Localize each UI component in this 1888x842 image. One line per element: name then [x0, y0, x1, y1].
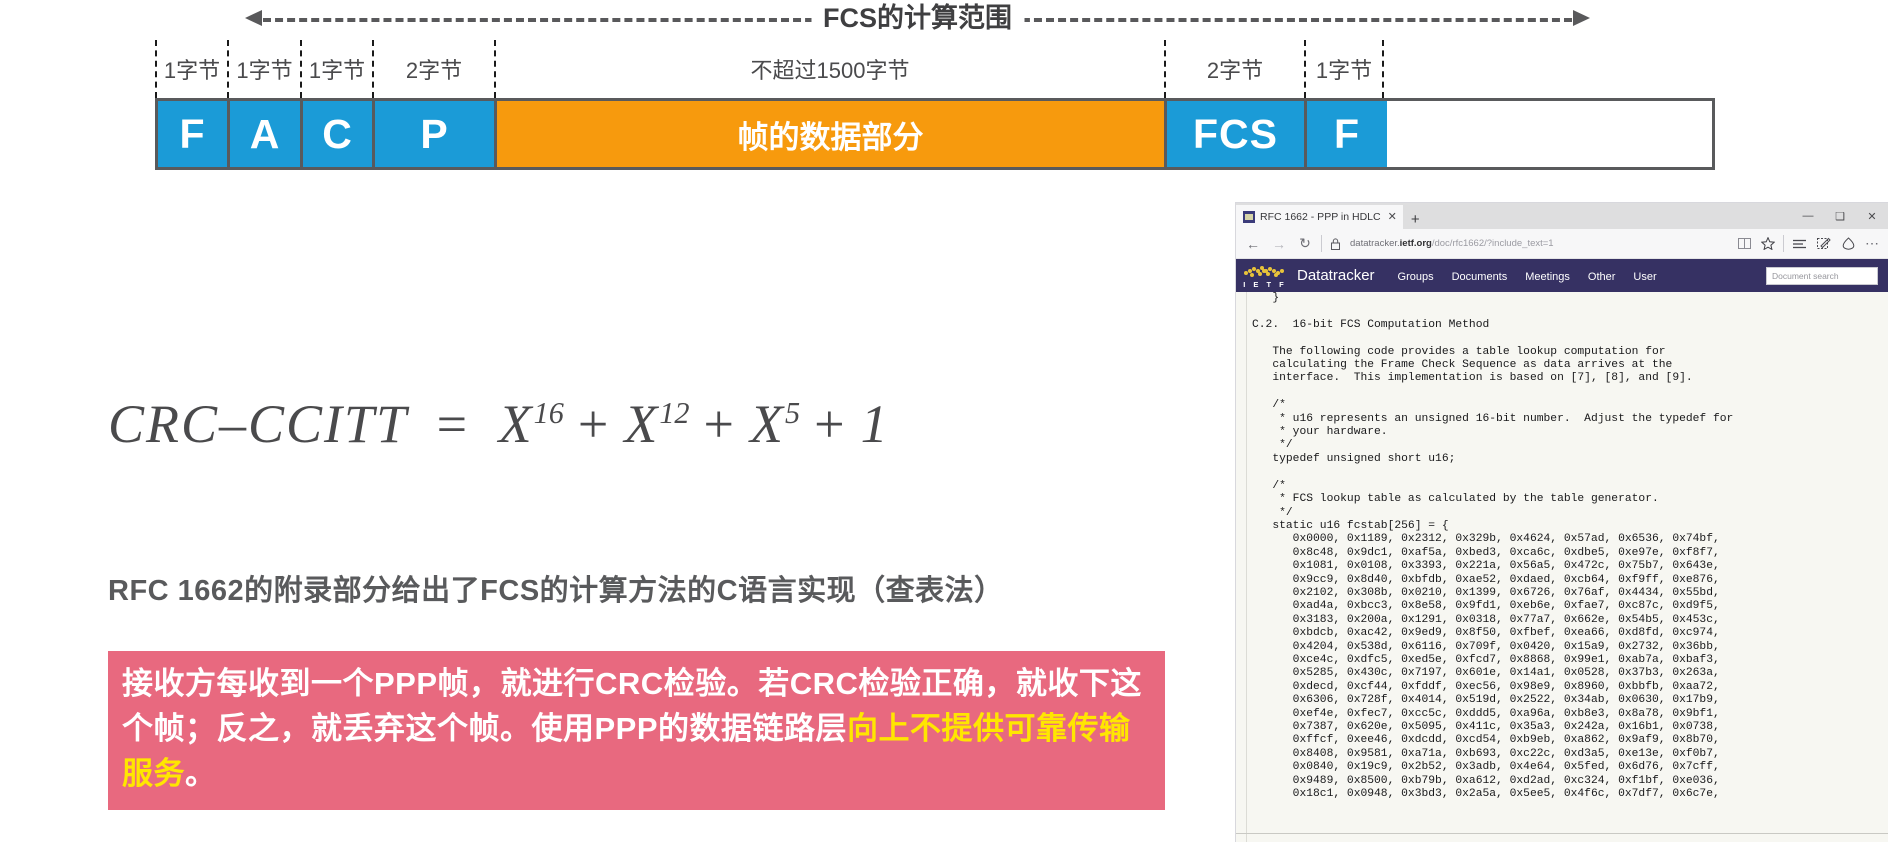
formula-exponent-2: 12 — [659, 396, 690, 430]
nav-item-other[interactable]: Other — [1579, 271, 1625, 283]
reading-view-icon[interactable] — [1732, 232, 1756, 256]
share-icon[interactable] — [1836, 232, 1860, 256]
document-search-input[interactable]: Document search — [1766, 266, 1878, 285]
formula-exponent-3: 5 — [785, 396, 801, 430]
frame-field-帧的数据部分: 帧的数据部分 — [497, 101, 1167, 167]
ietf-logo-dots — [1244, 265, 1286, 277]
formula-equals: = — [436, 394, 470, 454]
ietf-logo-letters: I E T F — [1243, 279, 1287, 289]
navbar-divider — [1321, 235, 1322, 252]
edge-browser-window: RFC 1662 - PPP in HDLC ✕ + ― ❑ ✕ ← → ↻ d… — [1236, 203, 1888, 842]
browser-navbar: ← → ↻ datatracker.ietf.org/doc/rfc1662/?… — [1236, 229, 1888, 259]
close-window-button[interactable]: ✕ — [1856, 203, 1888, 229]
crc-check-callout: 接收方每收到一个PPP帧，就进行CRC检验。若CRC检验正确，就收下这个帧；反之… — [108, 651, 1165, 810]
url-path: /doc/rfc1662/?include_text=1 — [1431, 238, 1554, 249]
formula-plus-1: + — [577, 394, 611, 454]
arrow-head-left-icon — [245, 10, 262, 26]
frame-field-A: A — [230, 101, 303, 167]
frame-field-C: C — [303, 101, 375, 167]
logo-dot-13 — [1274, 272, 1278, 277]
formula-term-1: X16 — [498, 394, 564, 454]
byte-size-label-4: 2字节 — [372, 40, 494, 98]
logo-dot-14 — [1280, 268, 1284, 273]
formula-term-2: X12 — [624, 394, 690, 454]
favorites-star-icon[interactable] — [1756, 232, 1780, 256]
close-icon[interactable]: ✕ — [1386, 211, 1397, 223]
fcs-scope-arrow: FCS的计算范围 — [245, 0, 1590, 38]
frame-field-P: P — [375, 101, 497, 167]
formula-term-3: X5 — [750, 394, 801, 454]
logo-dot-12 — [1266, 271, 1270, 276]
navbar-right-icons: ⋯ — [1732, 232, 1884, 256]
frame-field-F: F — [158, 101, 230, 167]
fcs-scope-label: FCS的计算范围 — [811, 0, 1024, 36]
maximize-button[interactable]: ❑ — [1824, 203, 1856, 229]
nav-item-datatracker[interactable]: Datatracker — [1297, 267, 1389, 284]
byte-size-label-6: 2字节 — [1164, 40, 1304, 98]
lock-icon — [1326, 237, 1344, 250]
document-bottom-rule — [1236, 833, 1888, 834]
frame-field-row: F A C P 帧的数据部分 FCS F — [155, 98, 1715, 170]
frame-field-FCS: FCS — [1167, 101, 1307, 167]
nav-item-groups[interactable]: Groups — [1389, 271, 1443, 283]
refresh-button[interactable]: ↻ — [1292, 232, 1318, 256]
nav-item-documents[interactable]: Documents — [1443, 271, 1517, 283]
logo-dot-15 — [1262, 268, 1266, 273]
rfc-appendix-heading: RFC 1662的附录部分给出了FCS的计算方法的C语言实现（查表法） — [108, 575, 1004, 607]
frame-field-F: F — [1307, 101, 1387, 167]
browser-titlebar: RFC 1662 - PPP in HDLC ✕ + ― ❑ ✕ — [1236, 203, 1888, 229]
logo-dot-10 — [1250, 272, 1254, 277]
ietf-logo: I E T F — [1242, 263, 1288, 289]
address-bar[interactable]: datatracker.ietf.org/doc/rfc1662/?includ… — [1344, 238, 1732, 249]
byte-size-label-7: 1字节 — [1304, 40, 1384, 98]
byte-size-label-row: 1字节 1字节 1字节 2字节 不超过1500字节 2字节 1字节 — [155, 40, 1715, 98]
byte-size-label-3: 1字节 — [300, 40, 372, 98]
crc-polynomial-formula: CRC–CCITT = X16 + X12 + X5 +1 — [108, 393, 890, 455]
ppp-frame-diagram: FCS的计算范围 1字节 1字节 1字节 2字节 不超过1500字节 2字节 1字节 FAC… — [155, 0, 1715, 190]
hub-icon[interactable] — [1788, 232, 1812, 256]
byte-size-label-5: 不超过1500字节 — [494, 40, 1164, 98]
forward-button[interactable]: → — [1266, 232, 1292, 256]
nav-item-meetings[interactable]: Meetings — [1516, 271, 1579, 283]
document-left-rule — [1246, 292, 1247, 842]
byte-size-label-1: 1字节 — [155, 40, 227, 98]
arrow-head-right-icon — [1573, 10, 1590, 26]
formula-terms: X16 + X12 + X5 +1 — [499, 394, 890, 454]
formula-term-4: 1 — [860, 394, 890, 454]
formula-plus-3: + — [814, 394, 847, 454]
ietf-favicon — [1243, 211, 1255, 223]
formula-plus-2: + — [703, 394, 737, 454]
formula-lhs: CRC–CCITT — [108, 394, 408, 454]
minimize-button[interactable]: ― — [1792, 203, 1824, 229]
nav-item-user[interactable]: User — [1624, 271, 1665, 283]
new-tab-button[interactable]: + — [1403, 212, 1428, 229]
back-button[interactable]: ← — [1240, 232, 1266, 256]
url-subdomain: datatracker. — [1350, 238, 1400, 249]
more-settings-icon[interactable]: ⋯ — [1860, 232, 1884, 256]
rfc-document-pane[interactable]: } C.2. 16-bit FCS Computation Method The… — [1236, 292, 1888, 842]
formula-exponent-1: 16 — [533, 396, 564, 430]
browser-tab-rfc1662[interactable]: RFC 1662 - PPP in HDLC ✕ — [1236, 205, 1403, 229]
callout-text-part2: 。 — [185, 756, 217, 791]
tab-title: RFC 1662 - PPP in HDLC — [1260, 211, 1381, 223]
ietf-site-header: I E T F Datatracker Groups Documents Meeti… — [1236, 259, 1888, 292]
window-controls: ― ❑ ✕ — [1792, 203, 1888, 229]
web-note-icon[interactable] — [1812, 232, 1836, 256]
url-host: ietf.org — [1399, 238, 1432, 249]
byte-size-label-2: 1字节 — [227, 40, 300, 98]
navbar-divider-2 — [1783, 235, 1784, 252]
ietf-nav: Datatracker Groups Documents Meetings Other… — [1297, 267, 1766, 284]
rfc-document-text: } C.2. 16-bit FCS Computation Method The… — [1252, 292, 1734, 801]
